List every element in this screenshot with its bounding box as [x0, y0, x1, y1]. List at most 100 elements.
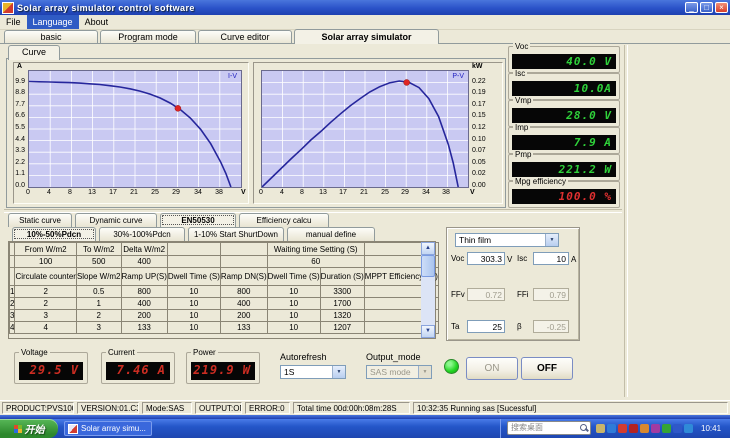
table-cell[interactable]: 10 [166, 285, 221, 298]
on-button[interactable]: ON [466, 357, 518, 380]
output-mode-label: Output_mode [366, 352, 421, 362]
tab-efficiency-calcu[interactable]: Efficiency calcu [239, 213, 329, 227]
maximize-icon[interactable]: □ [700, 2, 713, 13]
iv-y-axis-unit: A [17, 63, 23, 70]
table-cell[interactable]: 1207 [319, 321, 365, 334]
tray-icon-1[interactable] [607, 424, 616, 433]
chevron-down-icon[interactable]: ▼ [332, 366, 345, 378]
system-tray [596, 424, 693, 433]
tray-icon-3[interactable] [629, 424, 638, 433]
en50530-table: From W/m2 To W/m2 Delta W/m2 Waiting time S… [8, 242, 439, 334]
module-type-select[interactable]: Thin film ▼ [455, 233, 559, 247]
table-cell[interactable]: 200 [219, 309, 268, 322]
taskbar-task-button[interactable]: Solar array simu... [64, 421, 152, 436]
table-cell[interactable]: 400 [219, 297, 268, 310]
table-cell[interactable]: 3300 [319, 285, 365, 298]
tray-icon-0[interactable] [596, 424, 605, 433]
off-button[interactable]: OFF [521, 357, 573, 380]
tab-dynamic-curve[interactable]: Dynamic curve [75, 213, 157, 227]
table-cell[interactable]: 400 [120, 255, 168, 268]
tray-icon-8[interactable] [684, 424, 693, 433]
table-cell[interactable]: 10 [166, 297, 221, 310]
scroll-up-icon[interactable]: ▲ [421, 242, 435, 255]
scrollbar-thumb[interactable] [421, 255, 435, 277]
table-cell[interactable]: 2 [8, 297, 16, 310]
table-cell[interactable]: 10 [266, 297, 321, 310]
table-cell[interactable]: 4 [8, 321, 16, 334]
desktop-search-input[interactable]: 搜索桌面 [507, 421, 591, 435]
menu-item-language[interactable]: Language [26, 15, 79, 29]
table-scrollbar[interactable]: ▲ ▼ [421, 242, 435, 338]
table-cell[interactable]: 4 [14, 321, 77, 334]
table-cell[interactable]: 400 [120, 297, 168, 310]
tray-icon-5[interactable] [651, 424, 660, 433]
subtab-1-10-start-shurtdown[interactable]: 1-10% Start ShurtDown [188, 227, 284, 241]
table-cell[interactable]: 2 [75, 309, 122, 322]
table-cell[interactable] [219, 255, 268, 268]
table-cell[interactable] [166, 255, 221, 268]
table-cell[interactable]: 10 [166, 309, 221, 322]
x-tick-label: 4 [47, 189, 51, 196]
table-cell[interactable]: 1700 [319, 297, 365, 310]
subtab-30-100-pdcn[interactable]: 30%-100%Pdcn [99, 227, 185, 241]
led-display: 100.0 % [512, 189, 616, 204]
table-cell[interactable]: 1 [75, 297, 122, 310]
readout-power: Power 219.9 W [186, 348, 260, 384]
table-cell[interactable]: 2 [14, 297, 77, 310]
table-cell[interactable]: 3 [8, 309, 16, 322]
menu-item-about[interactable]: About [79, 15, 115, 29]
table-row: 100 500 400 60 [8, 255, 439, 268]
minimize-icon[interactable]: _ [685, 2, 698, 13]
table-cell[interactable]: 10 [266, 321, 321, 334]
search-icon[interactable] [580, 424, 587, 431]
output-mode-select[interactable]: SAS mode ▼ [366, 365, 432, 379]
table-cell[interactable]: 3 [14, 309, 77, 322]
table-cell[interactable]: 10 [266, 309, 321, 322]
tray-icon-7[interactable] [673, 424, 682, 433]
table-cell[interactable]: 60 [266, 255, 365, 268]
table-cell[interactable]: 133 [120, 321, 168, 334]
pv-x-axis-unit: V [470, 189, 475, 196]
table-cell[interactable]: 133 [219, 321, 268, 334]
table-cell[interactable]: 200 [120, 309, 168, 322]
tab-curve-editor[interactable]: Curve editor [198, 30, 292, 44]
close-icon[interactable]: × [715, 2, 728, 13]
table-cell[interactable]: 3 [75, 321, 122, 334]
menu-item-file[interactable]: File [0, 15, 27, 29]
x-tick-label: 21 [130, 189, 138, 196]
table-cell[interactable]: 800 [219, 285, 268, 298]
scroll-down-icon[interactable]: ▼ [421, 325, 435, 338]
table-cell[interactable]: 2 [14, 285, 77, 298]
ta-field[interactable] [467, 320, 505, 333]
tray-icon-4[interactable] [640, 424, 649, 433]
y-tick-label: 7.7 [15, 101, 25, 108]
table-cell[interactable]: 800 [120, 285, 168, 298]
start-button[interactable]: 开始 [0, 419, 58, 438]
title-bar: Solar array simulator control software _… [0, 0, 730, 15]
tab-solar-array-simulator[interactable]: Solar array simulator [294, 29, 439, 44]
led-display: 40.0 V [512, 54, 616, 69]
subtab-10-50-pdcn[interactable]: 10%-50%Pdcn [12, 227, 96, 241]
tab-static-curve[interactable]: Static curve [8, 213, 72, 227]
tab-basic[interactable]: basic [4, 30, 98, 44]
table-cell[interactable]: 10 [166, 321, 221, 334]
table-cell[interactable]: 1 [8, 285, 16, 298]
isc-field[interactable] [533, 252, 569, 265]
table-cell[interactable]: 500 [75, 255, 122, 268]
subtab-manual-define[interactable]: manual define [287, 227, 375, 241]
table-cell[interactable]: 10 [266, 285, 321, 298]
output-mode-value: SAS mode [370, 367, 411, 377]
tab-program-mode[interactable]: Program mode [100, 30, 196, 44]
tab-en50530[interactable]: EN50530 [160, 213, 236, 227]
tab-curve[interactable]: Curve [8, 45, 60, 60]
chevron-down-icon[interactable]: ▼ [545, 234, 558, 246]
pv-curve-svg [261, 71, 468, 188]
tray-icon-6[interactable] [662, 424, 671, 433]
table-cell[interactable]: 0.5 [75, 285, 122, 298]
tray-icon-2[interactable] [618, 424, 627, 433]
voc-field[interactable] [467, 252, 505, 265]
readout-label: Power [191, 348, 218, 357]
autorefresh-select[interactable]: 1S ▼ [280, 365, 346, 379]
table-cell[interactable]: 100 [14, 255, 77, 268]
table-cell[interactable]: 1320 [319, 309, 365, 322]
